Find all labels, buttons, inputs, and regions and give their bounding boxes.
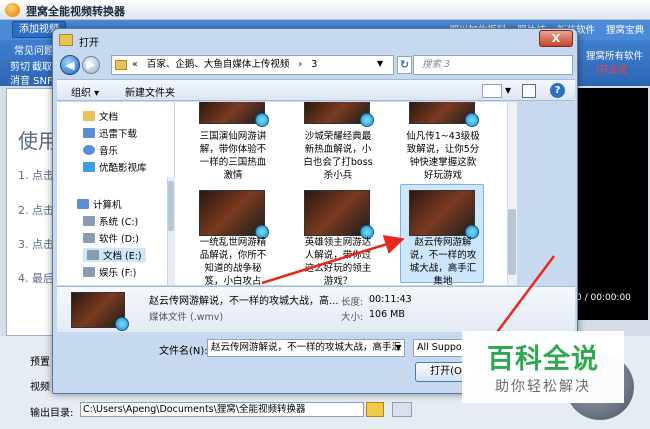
- watermark-subtitle: 助你轻松解决: [495, 379, 591, 395]
- arrow-to-file: [261, 234, 405, 285]
- watermark: 百科全说 助你轻松解决: [462, 331, 624, 403]
- watermark-title: 百科全说: [487, 344, 599, 375]
